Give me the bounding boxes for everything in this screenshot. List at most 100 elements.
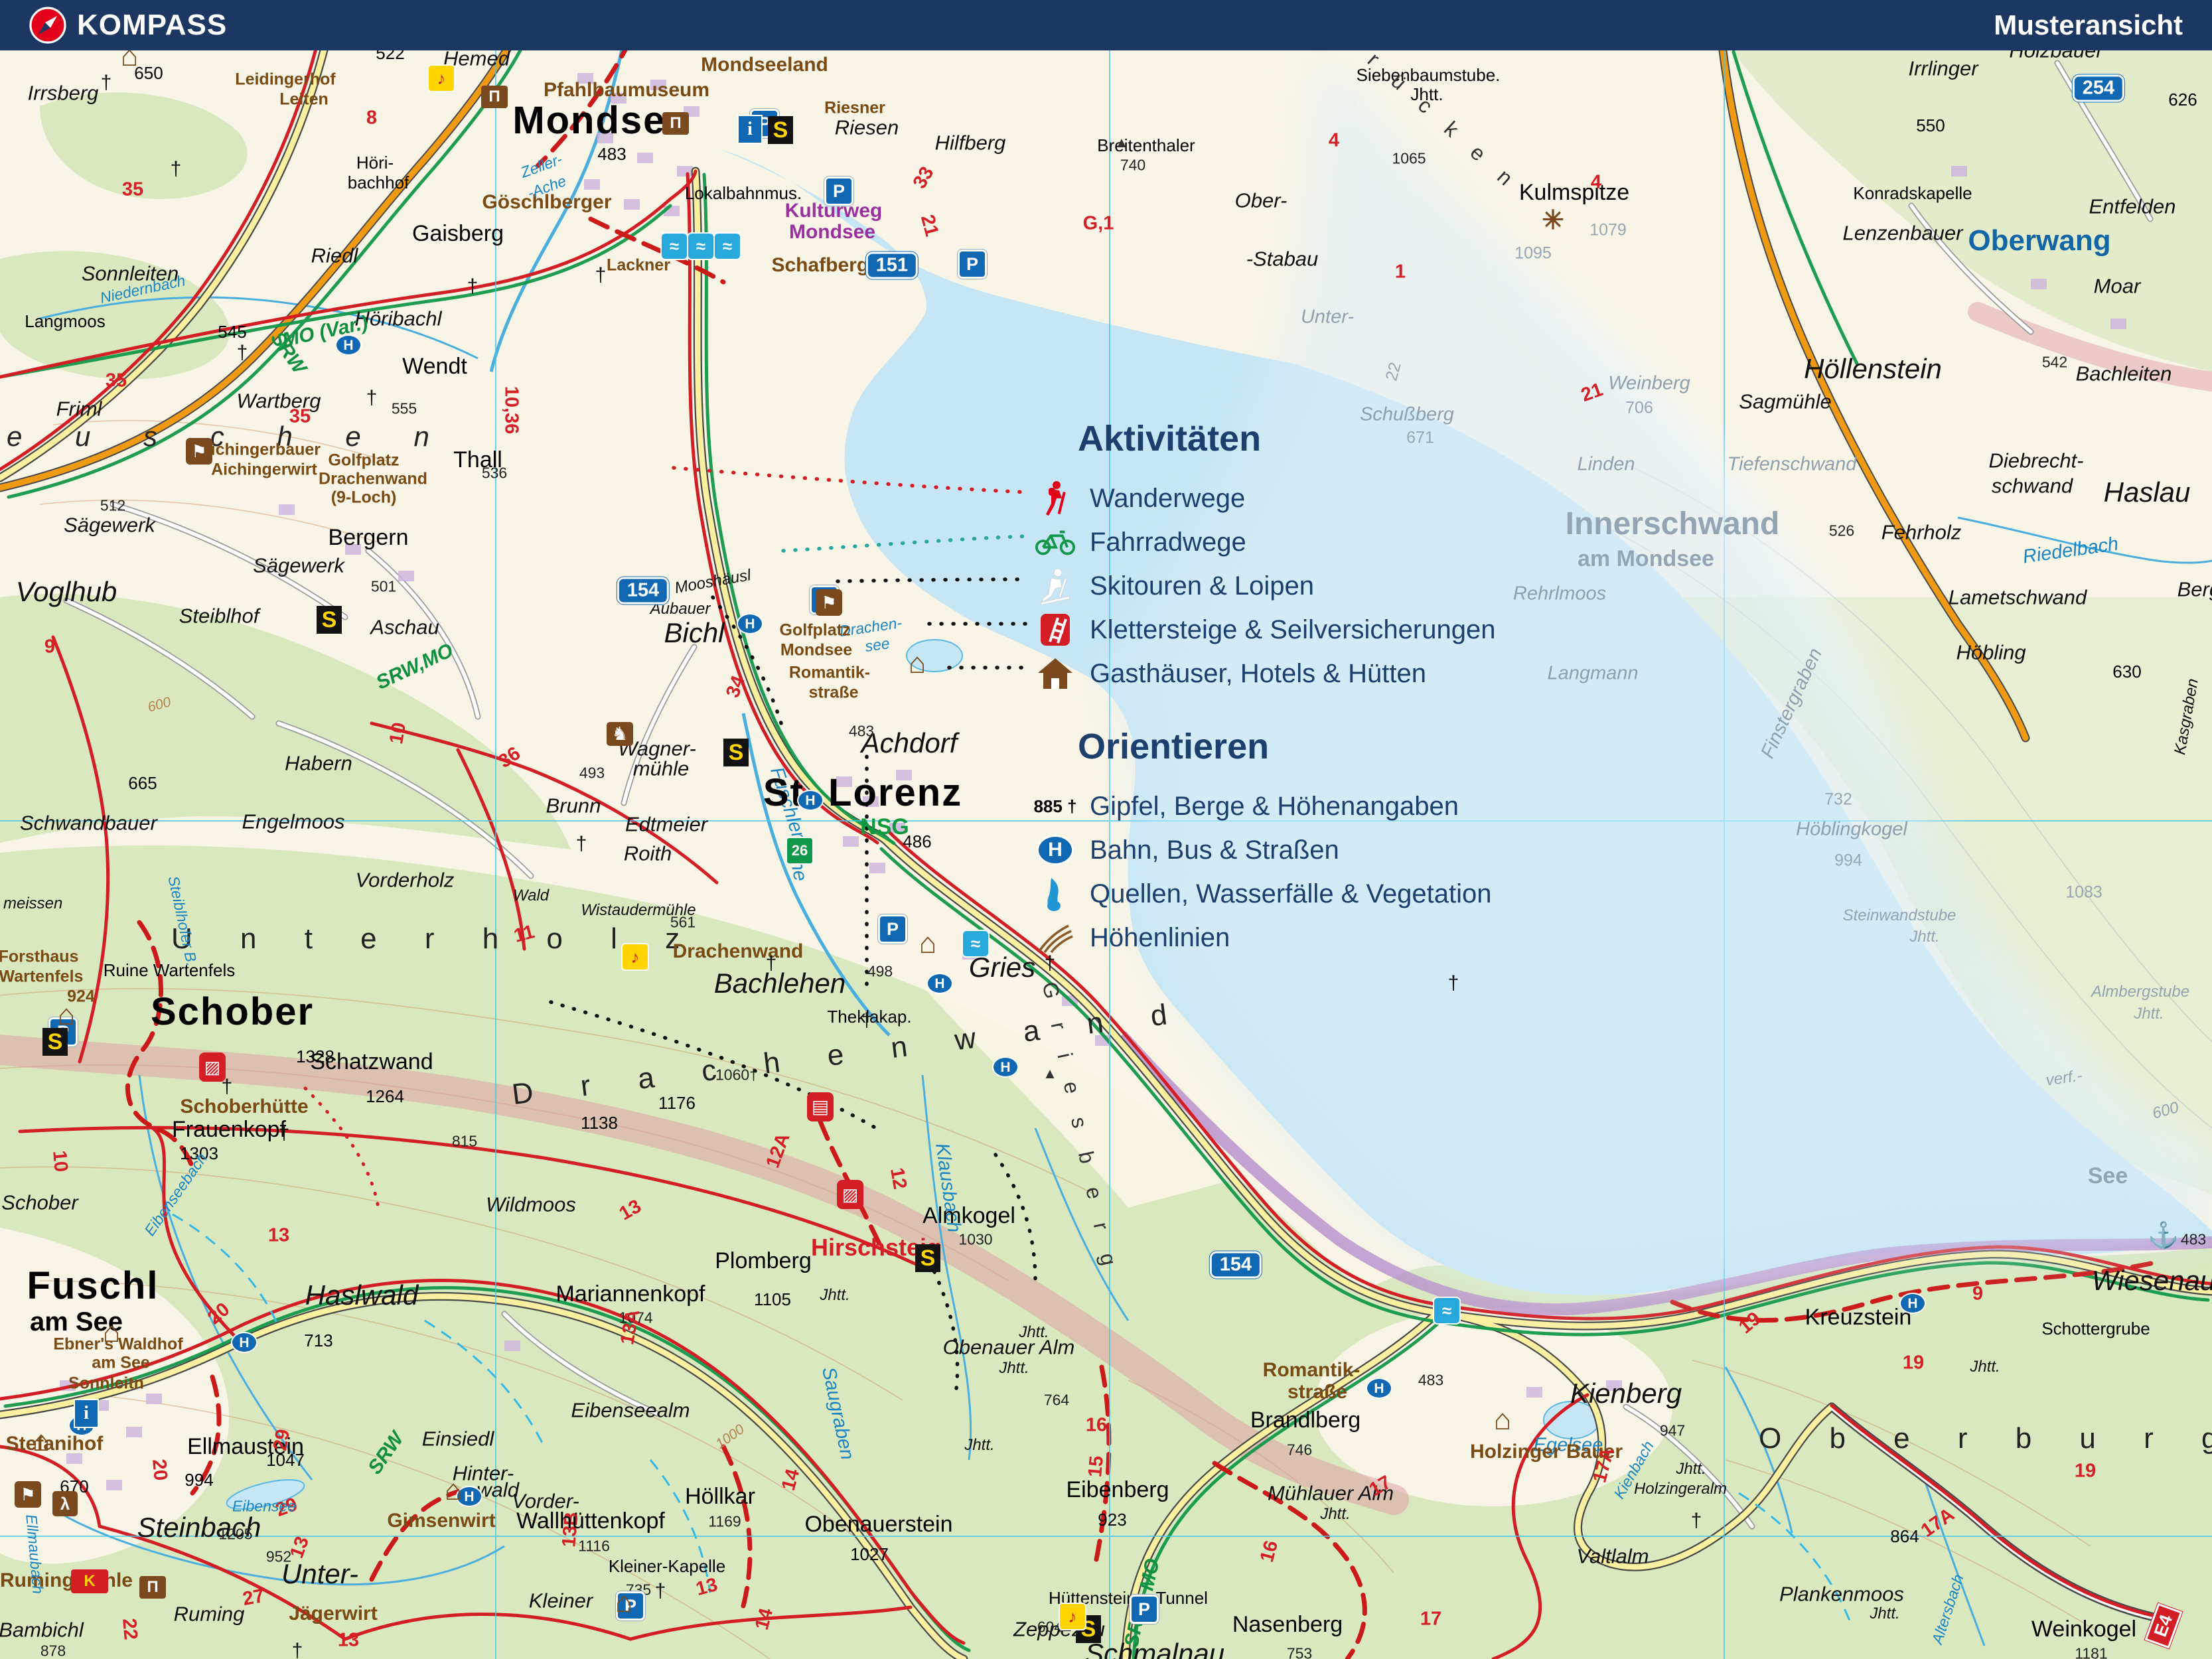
map-label: Höllenstein xyxy=(1804,353,1942,384)
hut-icon: ⌂ xyxy=(615,1586,633,1619)
map-label: 1 xyxy=(1394,261,1406,283)
map-label: Ruming xyxy=(173,1602,245,1626)
map-label: 493 xyxy=(579,764,605,782)
map-label: Wartberg xyxy=(236,389,321,413)
jausenstation-icon: ♪ xyxy=(621,943,649,971)
map-label: 9 xyxy=(1972,1283,1984,1305)
map-label: Stefanihof xyxy=(5,1433,104,1455)
map-label: Einsiedl xyxy=(421,1427,494,1451)
bus-stop-icon: H xyxy=(1899,1293,1926,1314)
hut-icon: ⌂ xyxy=(102,1316,121,1348)
swimming-icon: ≈ xyxy=(1433,1297,1461,1325)
map-label: Lenzenbauer xyxy=(1842,221,1963,245)
legend-item-label: Fahrradwege xyxy=(1090,527,1246,557)
sbahn-icon: S xyxy=(317,606,342,634)
museum-icon: Π xyxy=(139,1576,166,1599)
map-label: Schoberhütte xyxy=(180,1096,309,1118)
map-label: 15 xyxy=(1084,1455,1108,1479)
map-label: Gries xyxy=(968,952,1036,983)
via-ferrata-icon xyxy=(1035,613,1075,647)
ski-tour-icon xyxy=(1035,567,1075,605)
map-label: St. Lorenz xyxy=(763,771,963,814)
road-shield: 151 xyxy=(865,252,919,279)
map-label: Eibensee xyxy=(232,1497,296,1515)
church-cross-icon: † xyxy=(170,158,182,180)
church-cross-icon: † xyxy=(575,833,587,855)
map-label: 536 xyxy=(481,464,508,482)
map-label: 1079 xyxy=(1589,220,1627,240)
map-label: 20 xyxy=(148,1458,171,1482)
map-label: Jhtt. xyxy=(1909,928,1940,946)
map-label: Kleiner-Kapelle xyxy=(608,1556,726,1576)
map-label: Valtlalm xyxy=(1576,1544,1649,1568)
sbahn-icon: S xyxy=(768,116,793,144)
map-label: 1205 xyxy=(218,1525,253,1543)
map-label: Jhtt. xyxy=(1320,1505,1351,1523)
map-label: Hilfberg xyxy=(934,131,1006,155)
map-label: 1030 xyxy=(958,1230,993,1248)
map-label: Langmann xyxy=(1547,662,1639,684)
map-label: Innerschwand xyxy=(1565,506,1780,541)
bus-stop-icon: H xyxy=(737,613,763,634)
map-label: Steinwandstube xyxy=(1842,906,1956,924)
map-label: 923 xyxy=(1098,1510,1127,1530)
church-cross-icon: † xyxy=(595,264,607,286)
map-label: Jhtt. xyxy=(1970,1358,2000,1376)
map-label: 19 xyxy=(1902,1352,1925,1374)
hut-icon: ⌂ xyxy=(908,647,926,680)
map-label: Fuschl xyxy=(27,1264,159,1307)
bus-stop-icon: H xyxy=(1366,1378,1392,1399)
church-cross-icon: † xyxy=(100,72,112,94)
church-cross-icon: † xyxy=(278,1122,290,1144)
map-label: Rumingmühle xyxy=(0,1569,133,1591)
kompass-logo: KOMPASS xyxy=(29,7,227,44)
jausenstation-icon: ♪ xyxy=(1059,1603,1086,1630)
bike-icon xyxy=(1035,528,1075,557)
map-label: Eibenberg xyxy=(1066,1477,1169,1502)
map-label: Obenauer Alm xyxy=(942,1335,1075,1359)
map-label: 713 xyxy=(304,1331,333,1350)
bus-stop-icon: H xyxy=(335,334,362,356)
map-label: Weinkogel xyxy=(2031,1617,2137,1642)
map-label: Jhtt. xyxy=(1676,1460,1706,1478)
map-label: Schober xyxy=(150,990,315,1033)
map-label: Eibenseealm xyxy=(571,1398,690,1422)
map-label: Jhtt. xyxy=(964,1436,995,1454)
map-label: 994 xyxy=(1834,851,1862,870)
map-label: Wiesenau xyxy=(2091,1265,2212,1296)
map-label: 864 xyxy=(1890,1526,1919,1546)
map-label: Schottergrube xyxy=(2041,1319,2150,1338)
legend-item-label: Quellen, Wasserfälle & Vegetation xyxy=(1090,879,1492,908)
map-label: Mondsee xyxy=(780,640,853,660)
map-label: See xyxy=(2087,1163,2128,1189)
map-label: Frauenkopf xyxy=(172,1117,286,1142)
map-label: Almkogel xyxy=(922,1203,1015,1228)
map-label: 19 xyxy=(2074,1460,2097,1482)
map-label: Leidingerhof xyxy=(235,70,336,89)
legend-activities-heading: Aktivitäten xyxy=(1078,419,1262,459)
map-label: Plomberg xyxy=(715,1248,812,1273)
map-label: U n t e r h o l z xyxy=(171,922,700,955)
map-label: mühle xyxy=(632,757,690,780)
map-label: 483 xyxy=(1418,1371,1444,1389)
map-label: Rehrlmoos xyxy=(1512,583,1607,605)
map-label: 732 xyxy=(1824,790,1852,809)
legend-item-klettersteige: Klettersteige & Seilversicherungen xyxy=(1035,608,1495,652)
map-canvas[interactable]: 650 Irrsberg Leidingerhof Leiten 522 Hemed Pfa… xyxy=(0,0,2212,1659)
map-label: Kienberg xyxy=(1570,1378,1682,1409)
legend-item-gasthaeuser: Gasthäuser, Hotels & Hütten xyxy=(1035,652,1495,695)
sbahn-icon: S xyxy=(42,1028,68,1056)
climbing-icon: ▨ xyxy=(837,1180,863,1209)
map-label: 815 xyxy=(451,1132,478,1150)
map-label: 16 xyxy=(1085,1414,1108,1436)
map-label: Unter- xyxy=(1300,306,1355,328)
map-label: 12 xyxy=(885,1166,911,1191)
map-legend: Aktivitäten Wanderwege Fahrradwege Skito… xyxy=(1033,418,1495,960)
hut-icon: ⌂ xyxy=(57,999,76,1031)
map-label: bachhof xyxy=(347,173,409,192)
map-label: NSG xyxy=(860,814,909,839)
map-label: 10 xyxy=(385,721,411,746)
map-label: 994 xyxy=(184,1470,214,1490)
map-label: 22 xyxy=(118,1617,141,1641)
bus-stop-icon: H xyxy=(797,790,824,811)
